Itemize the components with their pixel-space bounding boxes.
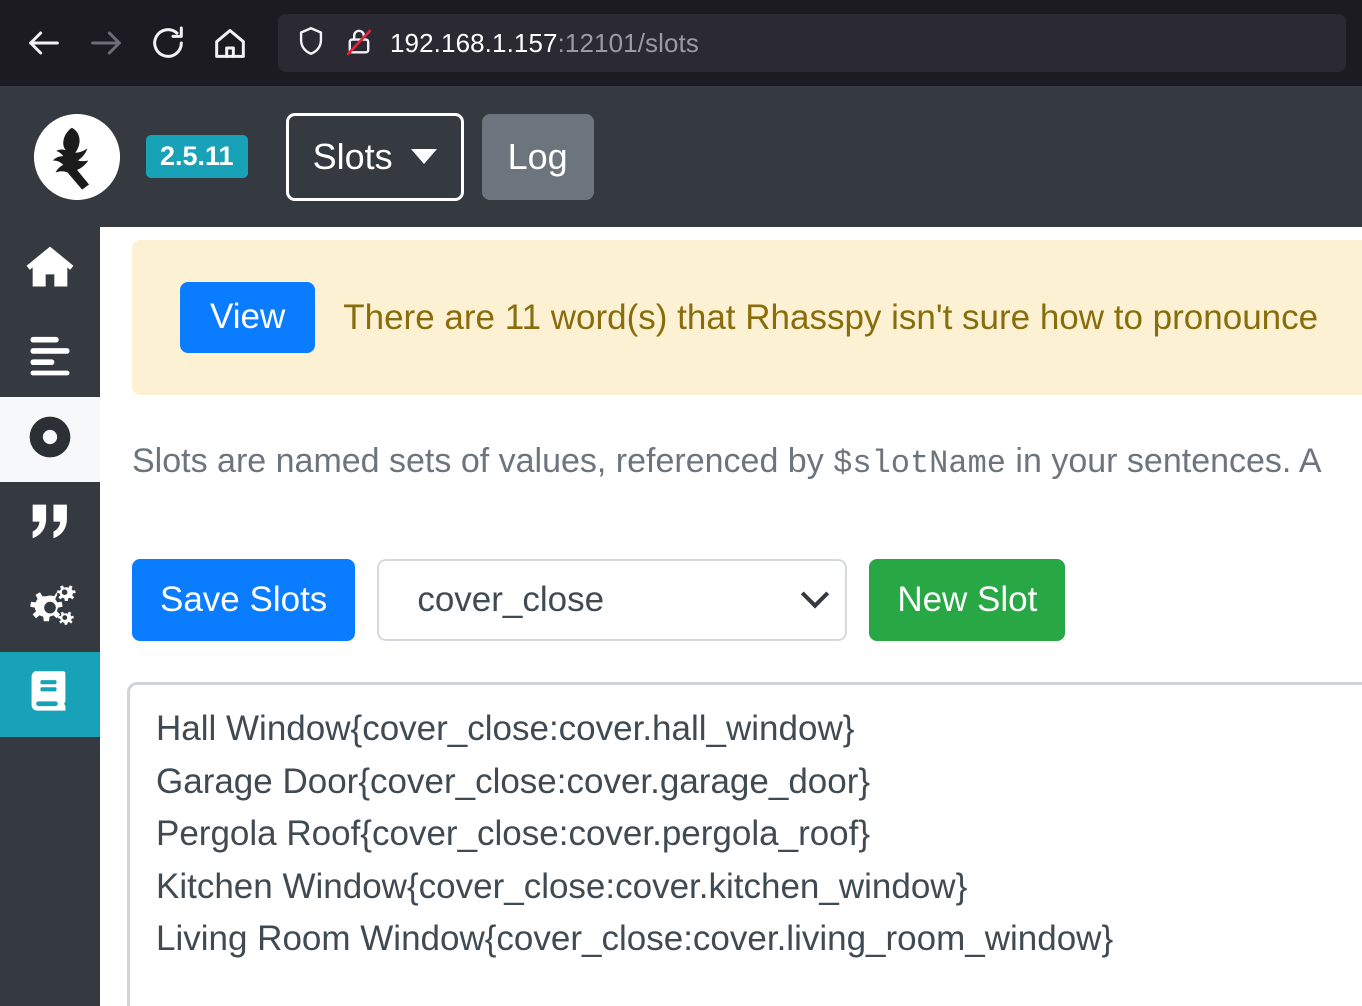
reload-button[interactable]	[140, 15, 196, 71]
nav-log-label: Log	[508, 136, 568, 178]
alert-view-button[interactable]: View	[180, 282, 315, 353]
slot-line: Living Room Window{cover_close:cover.liv…	[156, 913, 1362, 966]
slot-line: Hall Window{cover_close:cover.hall_windo…	[156, 703, 1362, 756]
description-after: in your sentences. A	[1006, 442, 1322, 480]
save-slots-button[interactable]: Save Slots	[132, 559, 355, 641]
sidebar-item-words[interactable]	[0, 482, 100, 567]
sidebar-item-home[interactable]	[0, 227, 100, 312]
sidebar-item-record[interactable]	[0, 397, 100, 482]
slot-line: Kitchen Window{cover_close:cover.kitchen…	[156, 861, 1362, 914]
home-icon	[210, 23, 250, 63]
padlock-crossed-icon[interactable]	[342, 24, 376, 63]
url-host: 192.168.1.157	[390, 28, 558, 58]
nav-log-button[interactable]: Log	[482, 114, 594, 200]
record-dot-icon	[24, 411, 76, 468]
app-header: 2.5.11 Slots Log	[0, 86, 1362, 227]
arrow-left-icon	[24, 23, 64, 63]
arrow-right-icon	[86, 23, 126, 63]
alert-message: There are 11 word(s) that Rhasspy isn't …	[343, 298, 1318, 338]
description-before: Slots are named sets of values, referenc…	[132, 442, 833, 480]
chevron-down-icon	[411, 149, 437, 164]
slot-select-value: cover_close	[417, 580, 604, 620]
forward-button[interactable]	[78, 15, 134, 71]
url-text: 192.168.1.157:12101/slots	[390, 28, 699, 59]
sidebar-item-slots[interactable]	[0, 652, 100, 737]
shield-icon[interactable]	[294, 24, 328, 63]
rhasspy-logo[interactable]	[34, 114, 120, 200]
sidebar-item-settings[interactable]	[0, 567, 100, 652]
slot-values-textarea[interactable]: Hall Window{cover_close:cover.hall_windo…	[127, 682, 1362, 1006]
pronunciation-alert: View There are 11 word(s) that Rhasspy i…	[132, 240, 1362, 395]
book-icon	[24, 666, 76, 723]
slots-description: Slots are named sets of values, referenc…	[132, 439, 1322, 485]
chevron-down-icon	[801, 580, 829, 608]
new-slot-button[interactable]: New Slot	[869, 559, 1065, 641]
home-icon	[24, 241, 76, 298]
slots-toolbar: Save Slots cover_close New Slot	[132, 559, 1065, 641]
rhasspy-logo-icon	[34, 114, 120, 200]
url-path: :12101/slots	[558, 28, 699, 58]
slot-line: Pergola Roof{cover_close:cover.pergola_r…	[156, 808, 1362, 861]
align-left-icon	[24, 326, 76, 383]
slot-line: Garage Door{cover_close:cover.garage_doo…	[156, 756, 1362, 809]
nav-slots-dropdown[interactable]: Slots	[286, 113, 464, 201]
url-bar[interactable]: 192.168.1.157:12101/slots	[278, 14, 1346, 72]
back-button[interactable]	[16, 15, 72, 71]
slot-select[interactable]: cover_close	[377, 559, 847, 641]
slot-name-code: $slotName	[833, 445, 1006, 482]
sidebar	[0, 227, 100, 1006]
nav-slots-label: Slots	[313, 136, 393, 178]
main-content: View There are 11 word(s) that Rhasspy i…	[100, 227, 1362, 1006]
reload-icon	[148, 23, 188, 63]
browser-chrome: 192.168.1.157:12101/slots	[0, 0, 1362, 86]
version-badge: 2.5.11	[146, 135, 248, 179]
sidebar-item-sentences[interactable]	[0, 312, 100, 397]
home-button[interactable]	[202, 15, 258, 71]
quote-right-icon	[24, 496, 76, 553]
cogs-icon	[22, 581, 78, 638]
